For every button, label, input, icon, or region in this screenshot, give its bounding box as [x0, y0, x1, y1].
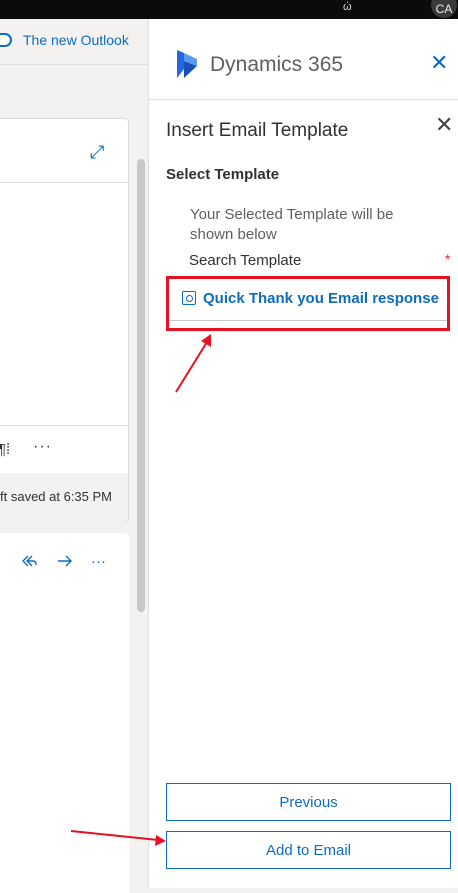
avatar[interactable]: CA: [431, 0, 457, 18]
reply-all-icon[interactable]: [20, 553, 38, 572]
compose-card: ⤢ ¶⁞ ··· ft saved at 6:35 PM: [0, 118, 129, 522]
new-outlook-label[interactable]: The new Outlook: [23, 32, 129, 48]
expand-icon[interactable]: ⤢: [90, 143, 104, 161]
close-icon[interactable]: ✕: [435, 114, 453, 136]
more-options-button[interactable]: ···: [91, 553, 106, 570]
template-icon: [182, 291, 196, 305]
outlook-pane: The new Outlook ⤢ ¶⁞ ··· ft saved at 6:3…: [0, 19, 148, 893]
divider: [149, 99, 458, 100]
forward-icon[interactable]: [56, 553, 74, 572]
paragraph-icon[interactable]: ¶⁞: [0, 441, 10, 458]
divider: [0, 182, 128, 183]
select-template-label: Select Template: [166, 166, 280, 183]
info-text: Your Selected Template will be shown bel…: [190, 206, 394, 243]
draft-status: ft saved at 6:35 PM: [0, 489, 113, 504]
dynamics-panel: Dynamics 365 ✕ Insert Email Template ✕ S…: [148, 19, 458, 888]
divider: [169, 320, 447, 321]
divider: [0, 425, 128, 426]
scrollbar[interactable]: [137, 159, 145, 612]
add-to-email-button[interactable]: Add to Email: [166, 831, 451, 869]
close-icon[interactable]: ✕: [430, 52, 448, 74]
template-item[interactable]: Quick Thank you Email response: [182, 290, 439, 308]
compose-footer: ft saved at 6:35 PM: [0, 473, 128, 522]
new-outlook-toggle[interactable]: [0, 33, 12, 47]
required-marker: *: [445, 251, 451, 267]
megaphone-icon[interactable]: ώ: [343, 0, 352, 14]
template-label: Quick Thank you Email response: [203, 290, 439, 307]
selected-template-highlight: Quick Thank you Email response: [166, 276, 450, 331]
page-title: Insert Email Template: [166, 120, 349, 141]
message-card: ···: [0, 533, 129, 893]
top-bar: ώ CA: [0, 0, 458, 19]
brand-title: Dynamics 365: [210, 53, 344, 76]
search-template-label: Search Template: [189, 252, 302, 269]
dynamics-logo: [176, 49, 198, 84]
more-options-button[interactable]: ···: [33, 438, 52, 456]
previous-button[interactable]: Previous: [166, 783, 451, 821]
divider: [0, 64, 148, 65]
